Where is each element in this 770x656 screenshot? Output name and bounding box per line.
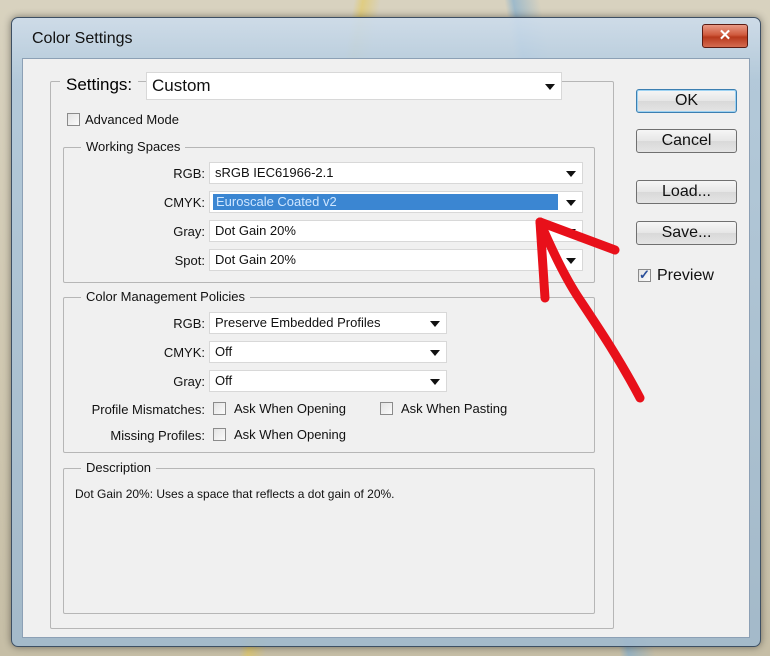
ws-gray-label: Gray: [173,224,205,239]
settings-label-bg: Settings: [60,71,139,99]
save-button[interactable]: Save... [636,221,737,245]
cmp-rgb-label: RGB: [173,316,205,331]
dialog-title: Color Settings [32,30,133,47]
ws-spot-value: Dot Gain 20% [215,252,296,267]
chevron-down-icon [566,171,576,177]
cmp-rgb-value: Preserve Embedded Profiles [215,315,381,330]
cmp-cmyk-value: Off [215,344,233,359]
cmp-cmyk-dropdown[interactable]: Off [209,341,447,363]
settings-dropdown[interactable]: Custom [146,72,562,100]
color-settings-dialog: Color Settings ✕ Settings: Custom Advanc… [11,17,761,647]
missing-profiles-label: Missing Profiles: [110,428,205,443]
mismatch-ask-pasting-checkbox[interactable] [380,402,393,415]
dialog-client-area: Settings: Custom Advanced Mode Working S… [22,58,750,638]
cancel-button[interactable]: Cancel [636,129,737,153]
cmp-gray-value: Off [215,373,233,388]
profile-mismatches-label: Profile Mismatches: [91,402,205,417]
close-icon: ✕ [718,27,732,44]
ws-gray-value: Dot Gain 20% [215,223,296,238]
chevron-down-icon [430,350,440,356]
description-title: Description [81,460,157,475]
chevron-down-icon [430,321,440,327]
ok-button[interactable]: OK [636,89,737,113]
settings-value: Custom [152,76,211,95]
preview-checkbox[interactable] [638,267,651,283]
advanced-mode-label: Advanced Mode [85,112,179,127]
mismatch-ask-pasting-label: Ask When Pasting [401,401,508,416]
ws-cmyk-dropdown[interactable]: Euroscale Coated v2 [209,191,583,213]
ws-spot-label: Spot: [174,253,205,268]
mismatch-ask-opening-label: Ask When Opening [234,401,347,416]
advanced-mode-checkbox[interactable] [67,113,80,126]
mismatch-ask-opening-checkbox[interactable] [213,402,226,415]
settings-label: Settings: [66,75,133,94]
description-text: Dot Gain 20%: Uses a space that reflects… [75,487,395,501]
ws-gray-dropdown[interactable]: Dot Gain 20% [209,220,583,242]
cmp-rgb-dropdown[interactable]: Preserve Embedded Profiles [209,312,447,334]
chevron-down-icon [566,258,576,264]
chevron-down-icon [430,379,440,385]
cmp-gray-label: Gray: [173,374,205,389]
working-spaces-title: Working Spaces [81,139,186,154]
missing-ask-opening-label: Ask When Opening [234,427,347,442]
missing-ask-opening-checkbox[interactable] [213,428,226,441]
chevron-down-icon [545,84,555,90]
ws-cmyk-value: Euroscale Coated v2 [213,194,558,210]
chevron-down-icon [566,200,576,206]
cmp-cmyk-label: CMYK: [163,345,205,360]
policies-title: Color Management Policies [81,289,250,304]
cmp-gray-dropdown[interactable]: Off [209,370,447,392]
ws-rgb-dropdown[interactable]: sRGB IEC61966-2.1 [209,162,583,184]
chevron-down-icon [566,229,576,235]
preview-label: Preview [657,267,714,284]
ws-rgb-value: sRGB IEC61966-2.1 [215,165,334,180]
ws-rgb-label: RGB: [173,166,205,181]
close-button[interactable]: ✕ [702,24,748,48]
load-button[interactable]: Load... [636,180,737,204]
ws-spot-dropdown[interactable]: Dot Gain 20% [209,249,583,271]
ws-cmyk-label: CMYK: [163,195,205,210]
